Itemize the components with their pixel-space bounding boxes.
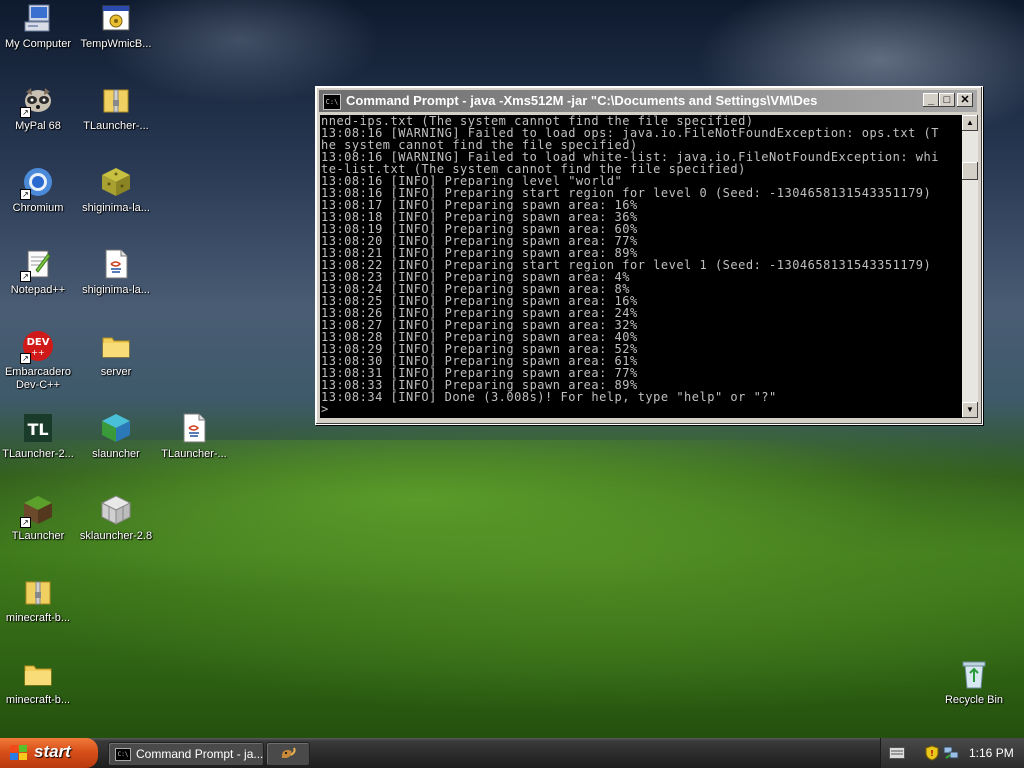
window-title: Command Prompt - java -Xms512M -jar "C:\…: [346, 93, 818, 108]
dev-cpp-icon: DEV ++ ↗: [20, 330, 54, 364]
desktop-icon-notepadpp[interactable]: ↗ Notepad++: [0, 248, 76, 297]
icon-label-line2: Dev-C++: [15, 379, 61, 391]
desktop-icon-chromium[interactable]: ↗ Chromium: [0, 166, 76, 215]
computer-icon: [22, 2, 54, 34]
icon-label: TLauncher-...: [83, 120, 149, 132]
minimize-button[interactable]: _: [923, 93, 939, 107]
icon-label: MyPal 68: [15, 120, 61, 132]
desktop-icon-shiginima-2[interactable]: shiginima-la...: [78, 248, 154, 297]
title-bar[interactable]: C:\ Command Prompt - java -Xms512M -jar …: [319, 90, 977, 112]
desktop-icon-minecraft-folder[interactable]: minecraft-b...: [0, 658, 76, 707]
vertical-scrollbar[interactable]: ▲ ▼: [962, 115, 978, 418]
folder-icon: [22, 658, 54, 690]
shortcut-arrow-icon: ↗: [20, 107, 31, 118]
shortcut-arrow-icon: ↗: [20, 517, 31, 528]
scroll-down-arrow-icon[interactable]: ▼: [962, 402, 978, 418]
icon-label: minecraft-b...: [5, 694, 71, 706]
icon-label: sklauncher-2.8: [79, 530, 153, 542]
tl-icon: TL: [22, 412, 54, 444]
desktop-icon-tempwmic[interactable]: TempWmicB...: [78, 2, 154, 51]
notepad-plus-plus-icon: ↗: [20, 248, 54, 282]
desktop-icon-mypal[interactable]: ↗ MyPal 68: [0, 84, 76, 133]
system-tray: ! 1:16 PM: [880, 738, 1024, 768]
desktop-icon-tlauncher-2[interactable]: TL TLauncher-2...: [0, 412, 76, 461]
squirrel-icon: [281, 747, 296, 758]
wallpaper-hills: [0, 440, 1024, 740]
desktop-icon-sklauncher[interactable]: sklauncher-2.8: [78, 494, 154, 543]
shortcut-arrow-icon: ↗: [20, 189, 31, 200]
console-output[interactable]: nned-ips.txt (The system cannot find the…: [320, 115, 962, 418]
zip-folder-icon: [100, 84, 132, 116]
start-label: start: [34, 742, 71, 761]
close-button[interactable]: ✕: [957, 93, 973, 107]
icon-label-line1: Embarcadero: [4, 366, 72, 378]
network-icon[interactable]: [943, 746, 959, 760]
icon-label: shiginima-la...: [82, 202, 150, 214]
desktop-icon-tlauncher[interactable]: ↗ TLauncher: [0, 494, 76, 543]
taskbar-item-2[interactable]: [266, 742, 310, 766]
desktop-icon-tlauncher-zip[interactable]: TLauncher-...: [78, 84, 154, 133]
console-text: nned-ips.txt (The system cannot find the…: [320, 115, 962, 415]
desktop-icon-recycle-bin[interactable]: Recycle Bin: [936, 658, 1012, 707]
icon-label: slauncher: [92, 448, 140, 460]
cmd-icon: C:\: [115, 748, 131, 761]
desktop-icon-slauncher[interactable]: slauncher: [78, 412, 154, 461]
shortcut-arrow-icon: ↗: [20, 271, 31, 282]
desktop-icon-shiginima-1[interactable]: shiginima-la...: [78, 166, 154, 215]
raccoon-browser-icon: ↗: [20, 84, 54, 118]
icon-label: shiginima-la...: [82, 284, 150, 296]
icon-label: Recycle Bin: [944, 694, 1004, 706]
cmd-icon[interactable]: C:\: [323, 94, 341, 110]
icon-label: Notepad++: [10, 284, 66, 296]
java-file-icon: [178, 412, 210, 444]
svg-text:TL: TL: [27, 420, 48, 439]
start-button[interactable]: start: [0, 738, 98, 768]
taskbar-item-label: Command Prompt - ja...: [136, 747, 264, 761]
wire-cube-icon: [100, 494, 132, 526]
java-file-icon: [100, 248, 132, 280]
zip-folder-icon: [22, 576, 54, 608]
taskbar: start C:\ Command Prompt - ja... ! 1:16 …: [0, 738, 1024, 768]
command-prompt-window[interactable]: C:\ Command Prompt - java -Xms512M -jar …: [315, 86, 983, 425]
svg-text:!: !: [930, 749, 934, 758]
batch-file-icon: [100, 2, 132, 34]
scroll-thumb[interactable]: [962, 162, 978, 180]
icon-label: TLauncher-...: [161, 448, 227, 460]
desktop-icon-devcpp[interactable]: DEV ++ ↗ Embarcadero Dev-C++: [0, 330, 76, 392]
icon-label: minecraft-b...: [5, 612, 71, 624]
keyboard-icon[interactable]: [889, 747, 905, 759]
icon-label: Chromium: [12, 202, 64, 214]
icon-label: server: [100, 366, 132, 378]
clock[interactable]: 1:16 PM: [969, 746, 1014, 760]
maximize-button[interactable]: □: [939, 93, 955, 107]
desktop-icon-tlauncher-jar[interactable]: TLauncher-...: [156, 412, 232, 461]
icon-label: TempWmicB...: [80, 38, 152, 50]
taskbar-item-command-prompt[interactable]: C:\ Command Prompt - ja...: [108, 742, 264, 766]
desktop-icon-server[interactable]: server: [78, 330, 154, 379]
console-line: 13:08:34 [INFO] Done (3.008s)! For help,…: [321, 390, 777, 404]
grass-block-icon: ↗: [20, 494, 54, 528]
sponge-block-icon: [100, 166, 132, 198]
recycle-bin-icon: [958, 658, 990, 690]
shield-icon[interactable]: !: [925, 745, 939, 761]
folder-icon: [100, 330, 132, 362]
chromium-icon: ↗: [20, 166, 54, 200]
windows-logo-icon: [10, 745, 28, 761]
svg-text:++: ++: [31, 348, 44, 357]
icon-label: TLauncher-2...: [2, 448, 74, 460]
svg-text:DEV: DEV: [27, 337, 50, 348]
cube-icon: [100, 412, 132, 444]
shortcut-arrow-icon: ↗: [20, 353, 31, 364]
icon-label: TLauncher: [11, 530, 65, 542]
desktop-icon-minecraft-zip[interactable]: minecraft-b...: [0, 576, 76, 625]
scroll-up-arrow-icon[interactable]: ▲: [962, 115, 978, 131]
console-line: >: [321, 402, 329, 416]
icon-label: My Computer: [4, 38, 72, 50]
desktop-icon-my-computer[interactable]: My Computer: [0, 2, 76, 51]
